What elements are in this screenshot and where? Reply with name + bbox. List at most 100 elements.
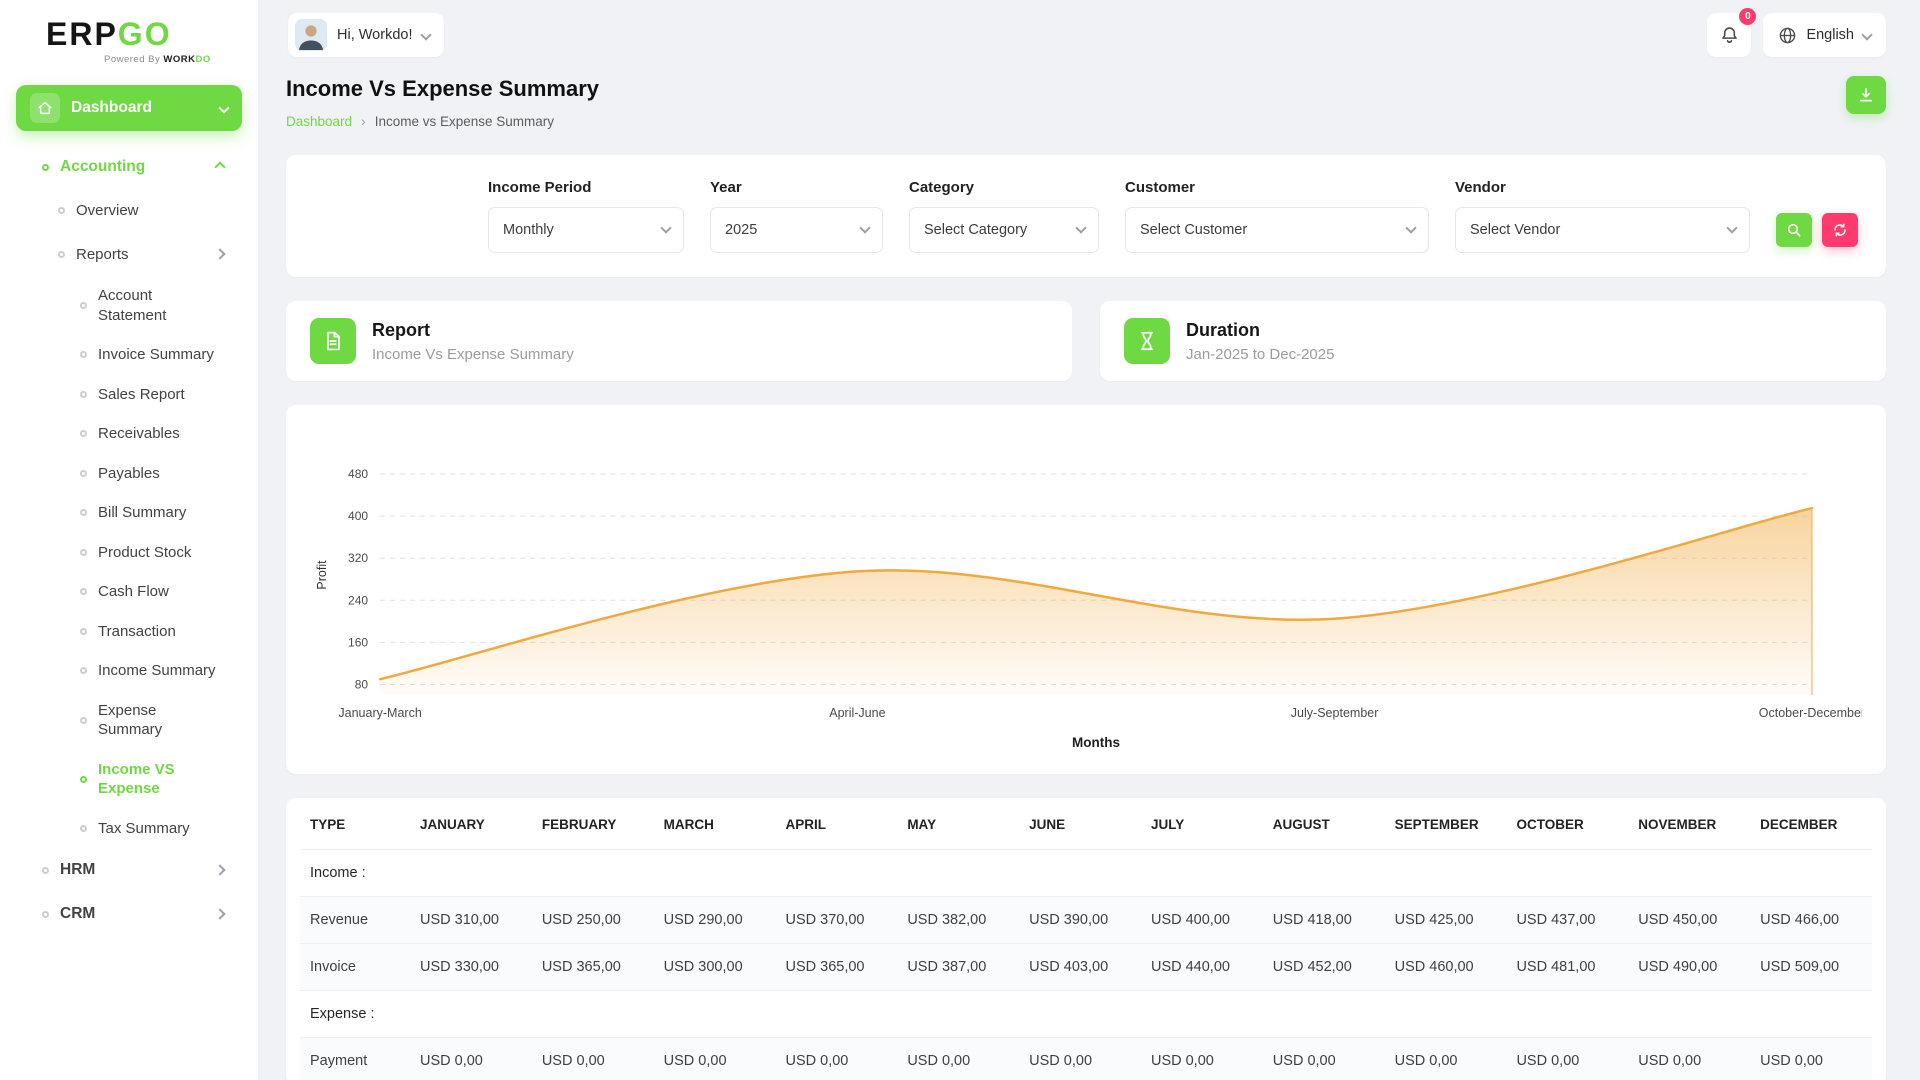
amount-cell: USD 0,00	[1262, 1037, 1385, 1080]
amount-cell: USD 290,00	[653, 896, 776, 944]
column-header-june: JUNE	[1029, 817, 1066, 832]
chevron-down-icon	[1861, 29, 1873, 41]
sidebar-item-overview[interactable]: Overview	[0, 189, 258, 233]
sidebar-item-income-vs-expense[interactable]: Income VS Expense	[0, 750, 258, 809]
sidebar-item-product-stock[interactable]: Product Stock	[0, 533, 258, 573]
vendor-label: Vendor	[1455, 179, 1506, 196]
user-avatar	[295, 19, 327, 51]
sidebar-item-transaction[interactable]: Transaction	[0, 612, 258, 652]
amount-cell: USD 0,00	[1384, 1037, 1507, 1080]
download-icon	[1859, 88, 1873, 102]
amount-cell: USD 250,00	[531, 896, 654, 944]
bullet-icon	[42, 910, 49, 918]
customer-select[interactable]: Select Customer	[1125, 207, 1429, 253]
amount-cell: USD 509,00	[1750, 943, 1872, 991]
sidebar-item-label: Tax Summary	[98, 819, 190, 837]
column-header-may: MAY	[907, 817, 937, 832]
amount-cell: USD 0,00	[531, 1037, 654, 1080]
section-label: Expense :	[300, 990, 1872, 1038]
sidebar-item-accounting[interactable]: Accounting	[0, 145, 258, 189]
category-select[interactable]: Select Category	[909, 207, 1099, 253]
bullet-icon	[80, 351, 87, 359]
sidebar-item-label: Sales Report	[98, 385, 185, 403]
amount-cell: USD 0,00	[1506, 1037, 1629, 1080]
reset-filter-button[interactable]	[1822, 213, 1858, 247]
sidebar-item-reports[interactable]: Reports	[0, 233, 258, 277]
amount-cell: USD 0,00	[897, 1037, 1020, 1080]
sidebar-item-crm[interactable]: CRM	[0, 892, 258, 936]
amount-cell: USD 0,00	[1140, 1037, 1263, 1080]
user-menu[interactable]: Hi, Workdo!	[288, 13, 445, 57]
sidebar-item-label: Reports	[76, 245, 129, 263]
column-header-january: JANUARY	[420, 817, 485, 832]
svg-text:October-December: October-December	[1759, 706, 1862, 720]
duration-card-subtitle: Jan-2025 to Dec-2025	[1186, 345, 1335, 363]
sidebar-item-receivables[interactable]: Receivables	[0, 414, 258, 454]
sidebar-item-sales-report[interactable]: Sales Report	[0, 375, 258, 415]
bullet-icon	[80, 302, 87, 310]
download-button[interactable]	[1846, 76, 1886, 114]
svg-text:80: 80	[355, 678, 369, 692]
language-selector[interactable]: English	[1763, 13, 1886, 57]
sidebar-item-bill-summary[interactable]: Bill Summary	[0, 493, 258, 533]
notifications-button[interactable]: 0	[1707, 8, 1757, 57]
column-header-september: SEPTEMBER	[1394, 817, 1479, 832]
svg-text:320: 320	[348, 551, 368, 565]
bullet-icon	[80, 588, 87, 596]
duration-card-title: Duration	[1186, 319, 1260, 340]
amount-cell: USD 0,00	[1750, 1037, 1872, 1080]
income-period-select[interactable]: Monthly	[488, 207, 684, 253]
bullet-icon	[80, 716, 87, 724]
table-header-row: TYPE JANUARY FEBRUARY MARCH APRIL MAY JUNE JULY…	[300, 800, 1872, 850]
row-type-label: Payment	[300, 1037, 410, 1080]
column-header-february: FEBRUARY	[541, 817, 617, 832]
search-icon	[1787, 223, 1801, 237]
bullet-icon	[80, 824, 87, 832]
sidebar-item-invoice-summary[interactable]: Invoice Summary	[0, 335, 258, 375]
amount-cell: USD 382,00	[897, 896, 1020, 944]
bell-icon	[1722, 26, 1737, 43]
sidebar-item-cash-flow[interactable]: Cash Flow	[0, 572, 258, 612]
sidebar-item-income-summary[interactable]: Income Summary	[0, 651, 258, 691]
svg-text:480: 480	[348, 467, 368, 481]
chevron-down-icon	[420, 29, 433, 41]
bullet-icon	[42, 163, 49, 171]
vendor-select[interactable]: Select Vendor	[1455, 207, 1750, 253]
brand-logo-secondary: GO	[117, 16, 172, 52]
profit-area-chart: 80 160 240 320 400 480 January-March April-June…	[315, 467, 1865, 750]
language-label: English	[1806, 27, 1854, 43]
income-expense-table-card: TYPE JANUARY FEBRUARY MARCH APRIL MAY JUNE JULY…	[286, 798, 1886, 1080]
sidebar-item-account-statement[interactable]: Account Statement	[0, 276, 258, 335]
amount-cell: USD 365,00	[775, 943, 898, 991]
topbar: Hi, Workdo! 0 English	[258, 0, 1920, 70]
year-select[interactable]: 2025	[710, 207, 883, 253]
sidebar-item-hrm[interactable]: HRM	[0, 848, 258, 892]
amount-cell: USD 365,00	[531, 943, 654, 991]
chevron-down-icon	[218, 102, 230, 114]
chart-y-axis-label: Profit	[315, 560, 329, 590]
user-greeting: Hi, Workdo!	[337, 27, 413, 43]
apply-filter-button[interactable]	[1776, 213, 1812, 247]
amount-cell: USD 387,00	[897, 943, 1020, 991]
sidebar-item-dashboard[interactable]: Dashboard	[16, 85, 242, 131]
amount-cell: USD 440,00	[1140, 943, 1263, 991]
sidebar-item-payables[interactable]: Payables	[0, 454, 258, 494]
column-header-march: MARCH	[663, 817, 714, 832]
amount-cell: USD 425,00	[1384, 896, 1507, 944]
column-header-july: JULY	[1150, 817, 1185, 832]
amount-cell: USD 466,00	[1750, 896, 1872, 944]
amount-cell: USD 460,00	[1384, 943, 1507, 991]
amount-cell: USD 300,00	[653, 943, 776, 991]
amount-cell: USD 418,00	[1262, 896, 1385, 944]
page-content: Income Vs Expense Summary Dashboard › In…	[258, 70, 1920, 1080]
svg-text:400: 400	[348, 509, 368, 523]
sidebar-item-expense-summary[interactable]: Expense Summary	[0, 691, 258, 750]
notification-badge: 0	[1739, 8, 1757, 25]
row-type-label: Revenue	[300, 896, 410, 944]
table-row-payment: Payment USD 0,00 USD 0,00 USD 0,00 USD 0,00 U…	[300, 1037, 1872, 1080]
amount-cell: USD 0,00	[410, 1037, 532, 1080]
breadcrumb-dashboard-link[interactable]: Dashboard	[286, 114, 352, 129]
brand-logo[interactable]: ERPGO Powered By WORKDO	[0, 16, 258, 65]
sidebar-item-tax-summary[interactable]: Tax Summary	[0, 809, 258, 849]
amount-cell: USD 0,00	[1019, 1037, 1141, 1080]
